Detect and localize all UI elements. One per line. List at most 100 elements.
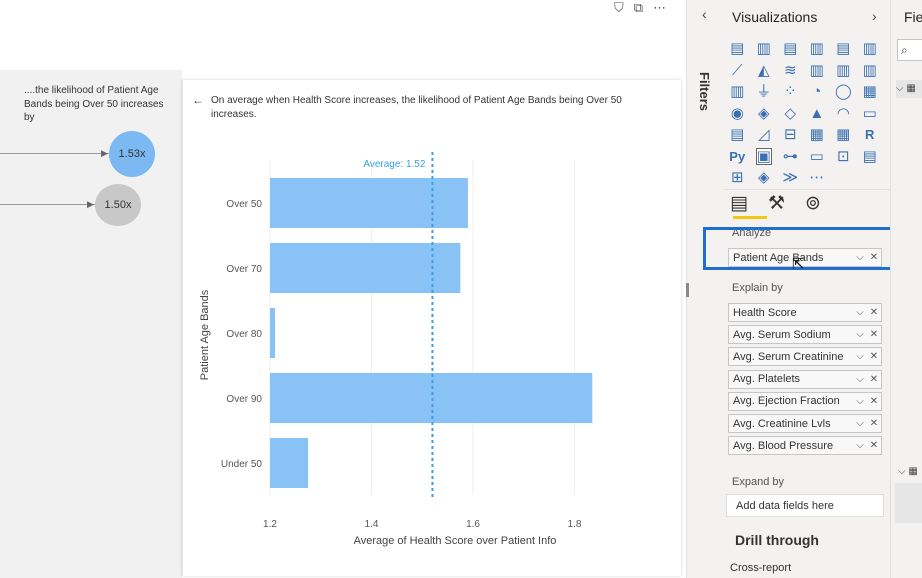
stacked-area-chart-icon[interactable]: ≋ <box>777 60 804 82</box>
category-label: Under 50 <box>221 459 263 470</box>
x-tick-label: 1.4 <box>365 519 379 530</box>
chevron-down-icon[interactable]: ⌵ <box>853 374 867 385</box>
pie-chart-icon[interactable]: ◔ <box>804 81 831 103</box>
arcgis-icon-glyph: ≫ <box>782 169 799 187</box>
azure-map-icon[interactable]: ▲ <box>804 103 831 125</box>
key-influencers-icon[interactable]: ▣ <box>751 146 778 168</box>
explain-field[interactable]: Avg. Serum Sodium ⌵ ✕ <box>728 325 882 345</box>
chevron-down-icon[interactable]: ⌵ <box>853 351 867 362</box>
explain-field[interactable]: Avg. Creatinine Lvls ⌵ ✕ <box>728 414 882 433</box>
x-tick-label: 1.8 <box>568 519 582 530</box>
explain-field[interactable]: Avg. Blood Pressure ⌵ ✕ <box>728 436 882 456</box>
gauge-icon[interactable]: ◠ <box>830 103 857 125</box>
shape-map-icon[interactable]: ◇ <box>777 103 804 125</box>
kpi-icon[interactable]: ◿ <box>751 124 778 146</box>
waterfall-chart-icon-glyph: ▥ <box>730 83 745 101</box>
close-icon[interactable]: ✕ <box>867 440 881 451</box>
filters-label[interactable]: Filters <box>697 72 712 111</box>
more-icon[interactable]: ⋯ <box>804 167 831 189</box>
card-icon[interactable]: ▭ <box>857 103 884 125</box>
chevron-down-icon[interactable]: ⌵ <box>853 418 867 429</box>
filled-map-icon-glyph: ◈ <box>757 104 770 122</box>
explain-field[interactable]: Health Score ⌵ ✕ <box>728 303 882 322</box>
python-visual-icon[interactable]: Py <box>724 146 751 168</box>
focus-mode-icon[interactable]: ⧉ <box>634 0 643 18</box>
ribbon-chart-icon[interactable]: ▥ <box>857 60 884 82</box>
analytics-icon[interactable]: ⊚ <box>805 192 821 215</box>
influencer-description: ....the likelihood of Patient Age Bands … <box>24 85 164 123</box>
arcgis-icon[interactable]: ≫ <box>777 167 804 189</box>
clustered-bar-chart-icon-glyph: ▤ <box>783 40 798 58</box>
map-icon[interactable]: ◉ <box>724 103 751 125</box>
field-list <box>895 483 922 523</box>
arrow-left-icon[interactable]: ← <box>192 93 204 107</box>
power-automate-icon[interactable]: ◈ <box>751 167 778 189</box>
multi-row-card-icon-glyph: ▤ <box>730 126 745 144</box>
funnel-chart-icon[interactable]: ⏚ <box>751 81 778 103</box>
100-bar-chart-icon-glyph: ▤ <box>836 40 851 58</box>
filled-map-icon[interactable]: ◈ <box>751 103 778 125</box>
visual-header: ⛉ ⧉ ⋯ <box>614 0 666 18</box>
line-column-chart-icon-glyph: ▥ <box>809 61 824 79</box>
close-icon[interactable]: ✕ <box>867 374 881 385</box>
smart-narrative-icon[interactable]: ⊡ <box>830 146 857 168</box>
expand-by-drop-zone[interactable]: Add data fields here <box>726 494 884 517</box>
multi-row-card-icon[interactable]: ▤ <box>724 124 751 146</box>
close-icon[interactable]: ✕ <box>867 396 881 407</box>
more-options-icon[interactable]: ⋯ <box>653 0 666 18</box>
close-icon[interactable]: ✕ <box>867 351 881 362</box>
table-icon-glyph: ▦ <box>809 126 824 144</box>
line-clustered-column-icon-glyph: ▥ <box>836 61 851 79</box>
explain-field[interactable]: Avg. Serum Creatinine ⌵ ✕ <box>728 347 882 367</box>
decomposition-tree-icon[interactable]: ⊶ <box>777 146 804 168</box>
stacked-column-chart-icon[interactable]: ▥ <box>751 38 778 60</box>
qa-icon[interactable]: ▭ <box>804 146 831 168</box>
paginated-report-icon[interactable]: ▤ <box>857 146 884 168</box>
filter-icon[interactable]: ⛉ <box>614 0 624 18</box>
line-column-chart-icon[interactable]: ▥ <box>804 60 831 82</box>
scrollbar-thumb[interactable] <box>686 283 689 297</box>
close-icon[interactable]: ✕ <box>867 329 881 340</box>
field-name: Avg. Platelets <box>733 373 801 386</box>
100-bar-chart-icon[interactable]: ▤ <box>830 38 857 60</box>
chevron-down-icon[interactable]: ⌵ <box>853 440 867 451</box>
explain-field[interactable]: Avg. Platelets ⌵ ✕ <box>728 369 882 389</box>
100-column-chart-icon[interactable]: ▥ <box>857 38 884 60</box>
treemap-icon[interactable]: ▦ <box>857 81 884 103</box>
stacked-bar-chart-icon[interactable]: ▤ <box>724 38 751 60</box>
chevron-down-icon[interactable]: ⌵ <box>853 307 867 318</box>
area-chart-icon[interactable]: ◭ <box>751 60 778 82</box>
cross-report-label: Cross-report <box>730 562 792 574</box>
fields-tab-icon[interactable]: ▤ <box>730 192 748 215</box>
influence-bubble[interactable]: 1.50x <box>95 184 141 226</box>
explain-field[interactable]: Avg. Ejection Fraction ⌵ ✕ <box>728 391 882 411</box>
clustered-bar-chart-icon[interactable]: ▤ <box>777 38 804 60</box>
pie-chart-icon-glyph: ◔ <box>812 83 822 101</box>
scatter-chart-icon[interactable]: ⁘ <box>777 81 804 103</box>
table-expander[interactable]: ⌵ ▦ <box>896 80 922 98</box>
field-name: Avg. Serum Sodium <box>733 328 831 341</box>
search-icon[interactable]: ⌕ <box>897 39 922 61</box>
r-visual-icon[interactable]: R <box>857 124 884 146</box>
waterfall-chart-icon[interactable]: ▥ <box>724 81 751 103</box>
format-paint-icon[interactable]: ⚒ <box>768 192 785 215</box>
slicer-icon-glyph: ⊟ <box>783 126 797 144</box>
close-icon[interactable]: ✕ <box>867 418 881 429</box>
donut-chart-icon[interactable]: ◯ <box>830 81 857 103</box>
influence-bubble-selected[interactable]: 1.53x <box>109 131 155 177</box>
clustered-column-chart-icon-glyph: ▥ <box>809 40 824 58</box>
slicer-icon[interactable]: ⊟ <box>777 124 804 146</box>
clustered-column-chart-icon[interactable]: ▥ <box>804 38 831 60</box>
chevron-down-icon[interactable]: ⌵ <box>853 396 867 407</box>
chevron-left-icon[interactable]: ‹ <box>702 6 707 22</box>
chevron-right-icon[interactable]: › <box>872 8 877 24</box>
close-icon[interactable]: ✕ <box>867 307 881 318</box>
power-apps-icon[interactable]: ⊞ <box>724 167 751 189</box>
table-icon[interactable]: ▦ <box>804 124 831 146</box>
field-name: Avg. Ejection Fraction <box>733 395 840 408</box>
line-clustered-column-icon[interactable]: ▥ <box>830 60 857 82</box>
chevron-down-icon[interactable]: ⌵ <box>853 329 867 340</box>
matrix-icon[interactable]: ▦ <box>830 124 857 146</box>
table-expander[interactable]: ⌵ ▦ <box>898 466 918 477</box>
line-chart-icon[interactable]: ⟋ <box>724 60 751 82</box>
